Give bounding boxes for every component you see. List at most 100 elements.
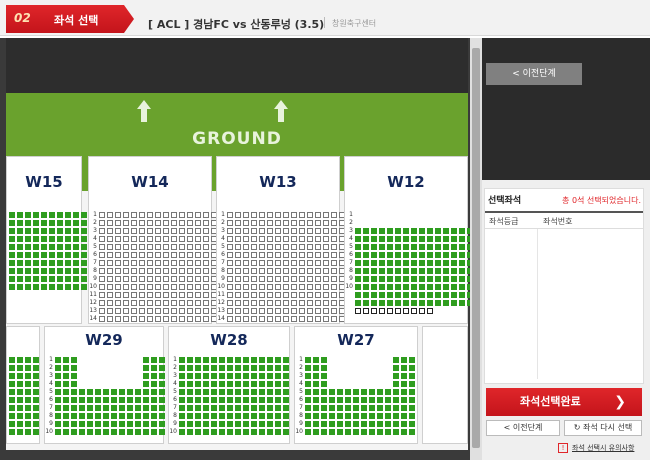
seat-available[interactable] xyxy=(323,236,329,242)
seat-available[interactable] xyxy=(243,300,249,306)
seat-available[interactable] xyxy=(187,292,193,298)
seat-available[interactable] xyxy=(203,316,209,322)
seat-available[interactable] xyxy=(203,300,209,306)
seat-available[interactable] xyxy=(187,316,193,322)
seat-available[interactable] xyxy=(291,212,297,218)
seat-available[interactable] xyxy=(403,308,409,314)
seat-available[interactable] xyxy=(123,292,129,298)
seat-available[interactable] xyxy=(139,268,145,274)
seat-available[interactable] xyxy=(131,220,137,226)
seat-available[interactable] xyxy=(427,308,433,314)
seat-available[interactable] xyxy=(251,228,257,234)
seat-available[interactable] xyxy=(259,284,265,290)
seat-available[interactable] xyxy=(203,220,209,226)
seat-available[interactable] xyxy=(283,252,289,258)
seat-available[interactable] xyxy=(307,236,313,242)
seat-available[interactable] xyxy=(291,260,297,266)
seat-available[interactable] xyxy=(163,220,169,226)
seat-available[interactable] xyxy=(291,308,297,314)
seat-available[interactable] xyxy=(235,252,241,258)
seat-available[interactable] xyxy=(147,308,153,314)
seat-available[interactable] xyxy=(155,308,161,314)
seat-available[interactable] xyxy=(131,252,137,258)
seat-available[interactable] xyxy=(355,308,361,314)
seat-available[interactable] xyxy=(123,260,129,266)
seat-available[interactable] xyxy=(267,292,273,298)
seat-available[interactable] xyxy=(323,252,329,258)
seat-available[interactable] xyxy=(283,316,289,322)
seat-available[interactable] xyxy=(99,228,105,234)
seat-available[interactable] xyxy=(107,292,113,298)
seat-available[interactable] xyxy=(299,268,305,274)
seat-available[interactable] xyxy=(275,220,281,226)
seat-available[interactable] xyxy=(267,284,273,290)
seat-available[interactable] xyxy=(203,228,209,234)
seat-available[interactable] xyxy=(99,268,105,274)
seat-available[interactable] xyxy=(99,308,105,314)
stadium-minimap[interactable]: < 이전단계 xyxy=(482,38,650,180)
seat-available[interactable] xyxy=(283,220,289,226)
seat-available[interactable] xyxy=(131,300,137,306)
seat-available[interactable] xyxy=(315,228,321,234)
seat-available[interactable] xyxy=(331,220,337,226)
seat-available[interactable] xyxy=(299,212,305,218)
seat-available[interactable] xyxy=(299,260,305,266)
seat-available[interactable] xyxy=(283,276,289,282)
seat-available[interactable] xyxy=(139,244,145,250)
seat-available[interactable] xyxy=(107,300,113,306)
seat-available[interactable] xyxy=(299,292,305,298)
seat-available[interactable] xyxy=(147,260,153,266)
seat-available[interactable] xyxy=(323,220,329,226)
seat-available[interactable] xyxy=(195,236,201,242)
seat-available[interactable] xyxy=(275,316,281,322)
seat-available[interactable] xyxy=(131,284,137,290)
seat-available[interactable] xyxy=(235,236,241,242)
prev-step-button-top[interactable]: < 이전단계 xyxy=(486,63,582,85)
seat-available[interactable] xyxy=(315,268,321,274)
seat-available[interactable] xyxy=(315,316,321,322)
seat-available[interactable] xyxy=(171,236,177,242)
seat-available[interactable] xyxy=(155,212,161,218)
seat-available[interactable] xyxy=(259,252,265,258)
seat-available[interactable] xyxy=(227,236,233,242)
seat-block[interactable] xyxy=(6,326,40,444)
seat-available[interactable] xyxy=(283,236,289,242)
seat-available[interactable] xyxy=(331,292,337,298)
seat-available[interactable] xyxy=(203,236,209,242)
seat-available[interactable] xyxy=(195,316,201,322)
seat-available[interactable] xyxy=(131,236,137,242)
seat-available[interactable] xyxy=(131,244,137,250)
complete-selection-button[interactable]: 좌석선택완료 ❯ xyxy=(486,388,642,416)
seat-available[interactable] xyxy=(99,252,105,258)
seat-available[interactable] xyxy=(163,252,169,258)
seat-available[interactable] xyxy=(251,260,257,266)
seat-available[interactable] xyxy=(315,284,321,290)
seat-available[interactable] xyxy=(315,300,321,306)
seat-available[interactable] xyxy=(171,212,177,218)
seat-available[interactable] xyxy=(171,220,177,226)
seat-available[interactable] xyxy=(243,284,249,290)
seat-available[interactable] xyxy=(187,244,193,250)
seat-available[interactable] xyxy=(171,308,177,314)
seat-available[interactable] xyxy=(115,228,121,234)
seat-available[interactable] xyxy=(331,252,337,258)
seat-available[interactable] xyxy=(283,268,289,274)
seat-available[interactable] xyxy=(323,228,329,234)
seat-available[interactable] xyxy=(179,316,185,322)
seat-available[interactable] xyxy=(203,276,209,282)
seat-available[interactable] xyxy=(243,268,249,274)
seat-available[interactable] xyxy=(195,228,201,234)
seat-available[interactable] xyxy=(275,292,281,298)
seat-available[interactable] xyxy=(235,316,241,322)
seat-available[interactable] xyxy=(147,252,153,258)
seat-available[interactable] xyxy=(267,268,273,274)
seat-available[interactable] xyxy=(283,300,289,306)
seat-available[interactable] xyxy=(163,292,169,298)
seat-available[interactable] xyxy=(131,276,137,282)
seat-available[interactable] xyxy=(139,292,145,298)
seat-available[interactable] xyxy=(251,284,257,290)
seat-available[interactable] xyxy=(275,212,281,218)
seat-available[interactable] xyxy=(179,228,185,234)
seat-available[interactable] xyxy=(179,260,185,266)
seat-available[interactable] xyxy=(155,300,161,306)
